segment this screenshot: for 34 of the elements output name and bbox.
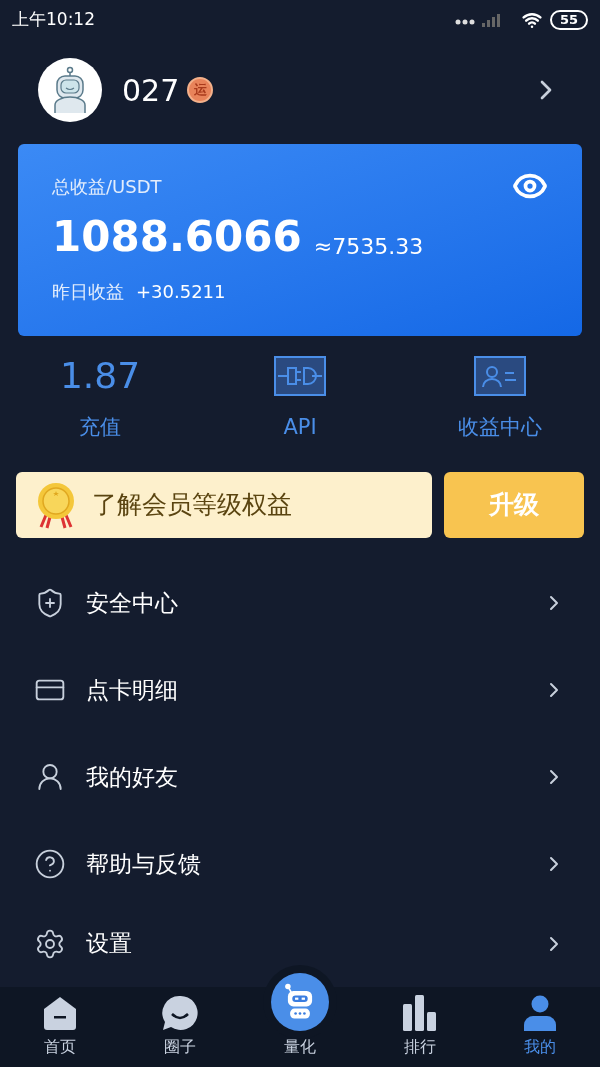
earnings-label: 总收益/USDT <box>52 174 162 199</box>
battery-indicator: 55 <box>549 10 588 30</box>
nav-tab[interactable]: 排行 <box>375 995 465 1059</box>
chat-bubble-icon <box>161 995 199 1031</box>
shortcut-button[interactable]: API <box>220 356 380 444</box>
vip-banner[interactable]: 了解会员等级权益 <box>16 471 432 538</box>
bar-chart-icon <box>402 995 438 1031</box>
medal-icon <box>36 480 76 529</box>
home-icon <box>42 995 78 1031</box>
settings-icon <box>34 927 66 960</box>
shortcut-button[interactable]: 1.87 充值 <box>20 356 180 444</box>
yesterday-label: 昨日收益 <box>52 280 124 304</box>
medal-badge: 运 <box>187 77 214 103</box>
help-icon <box>34 848 66 880</box>
nav-tab[interactable]: 圈子 <box>135 995 225 1059</box>
menu-item[interactable]: 安全中心 <box>0 559 600 647</box>
user-name: 027 <box>122 71 180 110</box>
wifi-icon <box>521 10 542 30</box>
plug-icon <box>274 356 326 396</box>
id-card-icon <box>474 356 526 396</box>
nav-tab[interactable]: 我的 <box>495 995 585 1059</box>
shortcut-button[interactable]: 收益中心 <box>420 356 580 444</box>
menu-item[interactable]: 我的好友 <box>0 733 600 821</box>
menu-item[interactable]: 帮助与反馈 <box>0 820 600 908</box>
balance-value: 1.87 <box>59 358 141 394</box>
menu-item[interactable]: 设置 <box>0 907 600 980</box>
yesterday-value: +30.5211 <box>136 280 226 304</box>
person-icon <box>522 995 558 1031</box>
nav-tab[interactable]: 首页 <box>15 995 105 1059</box>
vip-text: 了解会员等级权益 <box>92 488 292 521</box>
total-earnings: 1088.6066 <box>52 216 302 258</box>
status-time: 上午10:12 <box>12 8 95 32</box>
approx-value: ≈7535.33 <box>313 236 424 258</box>
menu-item[interactable]: 点卡明细 <box>0 646 600 734</box>
